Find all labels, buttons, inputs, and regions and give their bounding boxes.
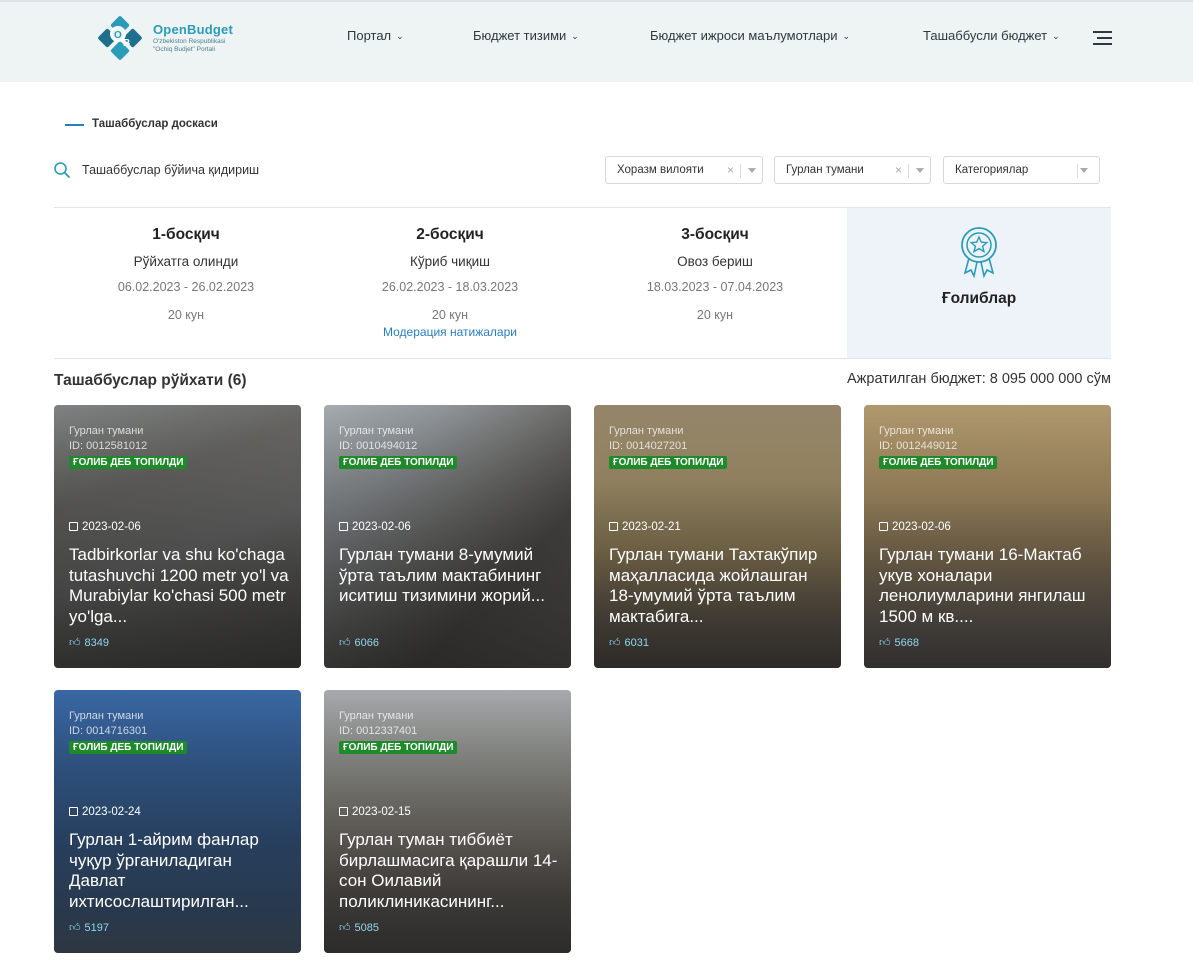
card-title: Tadbirkorlar va shu ko'chaga tutashuvchi… [69,545,289,626]
card-district: Гурлан тумани [879,425,954,437]
clear-icon[interactable]: × [895,163,902,177]
chevron-down-icon: ⌄ [842,31,851,41]
chevron-down-icon [1080,168,1088,173]
stage-1: 1-босқич Рўйхатга олинди 06.02.2023 - 26… [117,226,255,322]
card-id: ID: 0010494012 [339,440,418,452]
chevron-down-icon: ⌄ [1052,31,1060,41]
card-likes: 👍︎ 5197 [69,922,109,934]
card-title: Гурлан туман тиббиёт бирлашмасига қарашл… [339,830,558,911]
card-likes: 👍︎ 5668 [879,637,919,649]
card-date: 2023-02-15 [339,806,411,818]
chevron-down-icon: ⌄ [571,31,579,41]
card-date: 2023-02-24 [69,806,141,818]
card-title: Гурлан тумани 8-умумий ўрта таълим макта… [339,545,545,605]
thumbs-up-icon: 👍︎ [609,637,621,649]
moderation-results-link[interactable]: Модерация натижалари [318,325,582,339]
winner-badge: ҒОЛИБ ДЕБ ТОПИЛДИ [69,456,188,469]
winner-badge: ҒОЛИБ ДЕБ ТОПИЛДИ [69,741,188,754]
breadcrumb-line [65,124,84,126]
openbudget-logo[interactable]: O B OpenBudget O'zbekiston Respublikasi … [90,8,250,68]
calendar-icon [339,522,348,531]
winner-badge: ҒОЛИБ ДЕБ ТОПИЛДИ [339,456,458,469]
card-date: 2023-02-21 [609,521,681,533]
card-id: ID: 0014027201 [609,440,688,452]
winner-badge: ҒОЛИБ ДЕБ ТОПИЛДИ [339,741,458,754]
card-id: ID: 0012449012 [879,440,958,452]
nav-budget-execution[interactable]: Бюджет ижроси маълумотлари ⌄ [650,28,850,43]
card-district: Гурлан тумани [69,425,144,437]
calendar-icon [879,522,888,531]
breadcrumb: Ташаббуслар доскаси [92,118,218,130]
search-icon[interactable] [53,161,71,179]
search-input[interactable] [82,157,502,183]
card-district: Гурлан тумани [69,710,144,722]
card-date: 2023-02-06 [879,521,951,533]
thumbs-up-icon: 👍︎ [339,922,351,934]
card-district: Гурлан тумани [339,425,414,437]
calendar-icon [339,807,348,816]
region-select[interactable]: Хоразм вилояти × [605,156,763,184]
card-id: ID: 0012337401 [339,725,418,737]
card-title: Гурлан тумани 16-Мактаб укув хоналари ле… [879,545,1086,626]
thumbs-up-icon: 👍︎ [879,637,891,649]
list-title: Ташаббуслар рўйхати (6) [54,372,247,389]
logo-mark-icon: O B [98,16,142,60]
card-district: Гурлан тумани [609,425,684,437]
calendar-icon [69,522,78,531]
winners-tab[interactable]: Ғолиблар [847,208,1111,358]
initiative-card[interactable]: Гурлан тумани ID: 0012337401 ҒОЛИБ ДЕБ ТОП… [324,690,571,953]
card-title: Гурлан 1-айрим фанлар чуқур ўрганиладига… [69,830,259,911]
card-title: Гурлан тумани Тахтакўпир маҳалласида жой… [609,545,818,626]
svg-text:O: O [114,30,122,41]
winner-badge: ҒОЛИБ ДЕБ ТОПИЛДИ [609,456,728,469]
chevron-down-icon: ⌄ [396,31,404,41]
logo-title: OpenBudget [153,22,233,37]
card-date: 2023-02-06 [69,521,141,533]
chevron-down-icon [748,168,756,173]
card-likes: 👍︎ 8349 [69,637,109,649]
logo-subtitle: O'zbekiston Respublikasi "Ochiq Budjet" … [153,38,226,53]
initiative-card[interactable]: Гурлан тумани ID: 0014716301 ҒОЛИБ ДЕБ ТОП… [54,690,301,953]
allocated-budget: Ажратилган бюджет: 8 095 000 000 сўм [847,371,1111,387]
stage-3: 3-босқич Овоз бериш 18.03.2023 - 07.04.2… [646,226,784,322]
clear-icon[interactable]: × [727,163,734,177]
svg-text:B: B [123,38,130,49]
district-select[interactable]: Гурлан тумани × [774,156,931,184]
nav-portal[interactable]: Портал ⌄ [347,28,404,43]
nav-initiative-budget[interactable]: Ташаббусли бюджет ⌄ [923,28,1060,43]
chevron-down-icon [916,168,924,173]
card-likes: 👍︎ 5085 [339,922,379,934]
top-header: O B OpenBudget O'zbekiston Respublikasi … [0,0,1193,82]
winner-badge: ҒОЛИБ ДЕБ ТОПИЛДИ [879,456,998,469]
card-id: ID: 0012581012 [69,440,148,452]
award-ribbon-icon [961,227,997,279]
initiative-card[interactable]: Гурлан тумани ID: 0012581012 ҒОЛИБ ДЕБ ТОП… [54,405,301,668]
card-district: Гурлан тумани [339,710,414,722]
nav-budget-system[interactable]: Бюджет тизими ⌄ [473,28,579,43]
card-date: 2023-02-06 [339,521,411,533]
initiative-card[interactable]: Гурлан тумани ID: 0010494012 ҒОЛИБ ДЕБ ТОП… [324,405,571,668]
initiative-card[interactable]: Гурлан тумани ID: 0014027201 ҒОЛИБ ДЕБ ТОП… [594,405,841,668]
stage-2: 2-босқич Кўриб чиқиш 26.02.2023 - 18.03.… [318,208,582,358]
initiative-card[interactable]: Гурлан тумани ID: 0012449012 ҒОЛИБ ДЕБ ТОП… [864,405,1111,668]
calendar-icon [69,807,78,816]
thumbs-up-icon: 👍︎ [69,922,81,934]
card-likes: 👍︎ 6066 [339,637,379,649]
card-likes: 👍︎ 6031 [609,637,649,649]
thumbs-up-icon: 👍︎ [339,637,351,649]
hamburger-menu-icon[interactable] [1092,30,1112,46]
calendar-icon [609,522,618,531]
category-select[interactable]: Категориялар [943,156,1100,184]
thumbs-up-icon: 👍︎ [69,637,81,649]
card-id: ID: 0014716301 [69,725,148,737]
stages-panel: 1-босқич Рўйхатга олинди 06.02.2023 - 26… [54,207,1111,359]
